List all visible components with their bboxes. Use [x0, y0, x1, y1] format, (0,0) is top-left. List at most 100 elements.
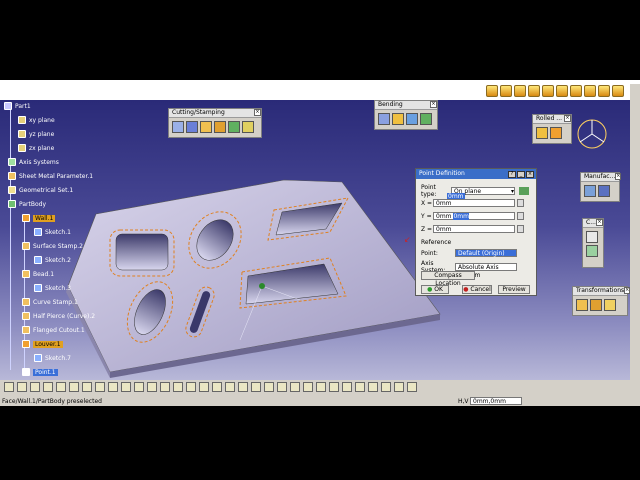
zoom-out-icon[interactable]	[199, 382, 209, 392]
tree-item-sketch-3[interactable]: Sketch.3	[34, 284, 71, 292]
preview-button[interactable]: Preview	[498, 285, 530, 294]
axis-icon[interactable]	[355, 382, 365, 392]
plane-icon[interactable]	[329, 382, 339, 392]
rolled-wall-icon[interactable]	[550, 127, 562, 139]
z-field[interactable]: 0mm	[433, 225, 515, 233]
compass-icon[interactable]	[574, 116, 610, 152]
tree-item-part1[interactable]: Part1	[4, 102, 31, 110]
tree-item-point[interactable]: Point.1	[22, 368, 58, 376]
save-icon[interactable]	[30, 382, 40, 392]
tree-item-yz-plane[interactable]: yz plane	[18, 130, 54, 138]
unfold-icon[interactable]	[584, 185, 596, 197]
swap-space-icon[interactable]	[264, 382, 274, 392]
flange-icon[interactable]	[528, 85, 540, 97]
close-icon[interactable]: ×	[596, 219, 603, 226]
close-icon[interactable]: ×	[526, 170, 534, 178]
louver-icon[interactable]	[228, 121, 240, 133]
print-icon[interactable]	[43, 382, 53, 392]
ok-button[interactable]: ● OK	[421, 285, 449, 294]
new-icon[interactable]	[4, 382, 14, 392]
hem-icon[interactable]	[542, 85, 554, 97]
compass-location-button[interactable]: Compass Location	[421, 271, 475, 287]
paste-icon[interactable]	[82, 382, 92, 392]
tree-item-flanged-cutout[interactable]: Flanged Cutout.1	[22, 326, 85, 334]
translation-icon[interactable]	[590, 299, 602, 311]
fly-mode-icon[interactable]	[134, 382, 144, 392]
sketcher-icon[interactable]	[342, 382, 352, 392]
measure-icon[interactable]	[277, 382, 287, 392]
fold-icon[interactable]	[612, 85, 624, 97]
normal-view-icon[interactable]	[212, 382, 222, 392]
y-spinner[interactable]	[517, 212, 524, 220]
redo-icon[interactable]	[108, 382, 118, 392]
zoom-in-icon[interactable]	[186, 382, 196, 392]
minimize-icon[interactable]: _	[517, 170, 525, 178]
select-icon[interactable]	[486, 85, 498, 97]
open-icon[interactable]	[17, 382, 27, 392]
tree-item-sketch-1[interactable]: Sketch.1	[34, 228, 71, 236]
properties-icon[interactable]	[407, 382, 417, 392]
iso-view-icon[interactable]	[225, 382, 235, 392]
close-icon[interactable]: ×	[615, 173, 622, 180]
x-field[interactable]: 0mm	[433, 199, 515, 207]
tree-item-half-pierce[interactable]: Half Pierce (Curve).2	[22, 312, 95, 320]
tree-item-axis-systems[interactable]: Axis Systems	[8, 158, 59, 166]
point-icon[interactable]	[303, 382, 313, 392]
symmetry-icon[interactable]	[576, 299, 588, 311]
cancel-button[interactable]: ● Cancel	[462, 285, 492, 294]
save-dxf-icon[interactable]	[598, 185, 610, 197]
x-spinner[interactable]	[517, 199, 524, 207]
tree-item-surface-stamp[interactable]: Surface Stamp.2	[22, 242, 83, 250]
tree-item-partbody[interactable]: PartBody	[8, 200, 46, 208]
tree-item-bead[interactable]: Bead.1	[22, 270, 54, 278]
sketch-icon[interactable]	[500, 85, 512, 97]
update-icon[interactable]	[121, 382, 131, 392]
bend-icon[interactable]	[584, 85, 596, 97]
apply-material-icon[interactable]	[290, 382, 300, 392]
copy-icon[interactable]	[69, 382, 79, 392]
close-icon[interactable]: ×	[430, 101, 437, 108]
undo-icon[interactable]	[95, 382, 105, 392]
tear-drop-icon[interactable]	[556, 85, 568, 97]
close-icon[interactable]: ×	[254, 109, 261, 116]
shading-icon[interactable]	[238, 382, 248, 392]
close-icon[interactable]: ×	[564, 115, 571, 122]
hide-show-icon[interactable]	[251, 382, 261, 392]
swept-flange-icon[interactable]	[570, 85, 582, 97]
rotate-icon[interactable]	[173, 382, 183, 392]
cut-icon[interactable]	[56, 382, 66, 392]
hole-icon[interactable]	[186, 121, 198, 133]
axis-system-field[interactable]: Absolute Axis System	[455, 263, 517, 279]
wall-icon[interactable]	[514, 85, 526, 97]
tree-item-xy-plane[interactable]: xy plane	[18, 116, 55, 124]
tree-item-wall[interactable]: Wall.1	[22, 214, 56, 222]
pan-icon[interactable]	[160, 382, 170, 392]
layer-icon[interactable]	[394, 382, 404, 392]
bend-from-flat-icon[interactable]	[406, 113, 418, 125]
scrollbar[interactable]	[630, 84, 640, 406]
hopper-icon[interactable]	[536, 127, 548, 139]
spline-icon[interactable]	[368, 382, 378, 392]
tree-item-zx-plane[interactable]: zx plane	[18, 144, 54, 152]
hv-input[interactable]: 0mm,0mm	[470, 397, 522, 405]
corner-relief-icon[interactable]	[586, 245, 598, 257]
tree-item-curve-stamp[interactable]: Curve Stamp.1	[22, 298, 78, 306]
z-spinner[interactable]	[517, 225, 524, 233]
y-field[interactable]: 0mm 0mm	[433, 212, 515, 220]
bead-icon[interactable]	[214, 121, 226, 133]
unfold-icon[interactable]	[598, 85, 610, 97]
tree-item-louver[interactable]: Louver.1	[22, 340, 63, 348]
tree-item-sketch-7[interactable]: Sketch.7	[34, 354, 71, 362]
help-icon[interactable]: ?	[508, 170, 516, 178]
tree-item-geometrical-set[interactable]: Geometrical Set.1	[8, 186, 73, 194]
bend-icon[interactable]	[378, 113, 390, 125]
rotation-icon[interactable]	[604, 299, 616, 311]
fit-all-icon[interactable]	[147, 382, 157, 392]
stamp-icon[interactable]	[200, 121, 212, 133]
constraint-icon[interactable]	[586, 231, 598, 243]
fold-icon[interactable]	[420, 113, 432, 125]
circle-icon[interactable]	[381, 382, 391, 392]
3d-viewport[interactable]: ↙ Part1 xy plane yz plane zx plane Axis …	[0, 100, 630, 380]
emboss-icon[interactable]	[242, 121, 254, 133]
reference-point-field[interactable]: Default (Origin)	[455, 249, 517, 257]
